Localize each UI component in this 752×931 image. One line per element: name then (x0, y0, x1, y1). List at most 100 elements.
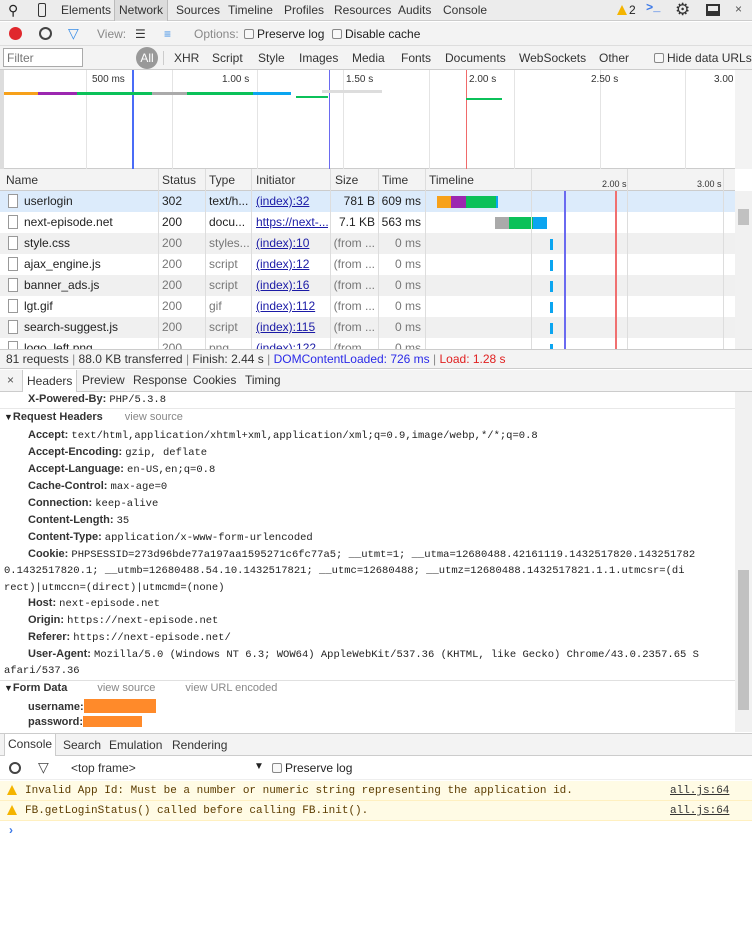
column-size[interactable]: Size (335, 173, 358, 187)
load-time: Load: 1.28 s (439, 352, 506, 366)
request-size: (from ... (333, 236, 375, 250)
column-name[interactable]: Name (6, 173, 38, 187)
filter-type-fonts[interactable]: Fonts (401, 51, 431, 65)
hide-data-urls-checkbox[interactable]: Hide data URLs (654, 51, 752, 65)
filter-type-xhr[interactable]: XHR (174, 51, 199, 65)
request-row[interactable]: search-suggest.js 200 script (index):115 (fr… (0, 317, 735, 338)
column-timeline[interactable]: Timeline (429, 173, 474, 187)
disable-cache-checkbox[interactable]: Disable cache (332, 27, 420, 41)
headers-scrollbar[interactable] (735, 392, 752, 732)
column-time[interactable]: Time (382, 173, 408, 187)
drawer-tab-rendering[interactable]: Rendering (172, 738, 227, 752)
request-initiator[interactable]: (index):32 (256, 191, 328, 212)
waterfall-icon[interactable]: ≡ (164, 27, 171, 41)
clear-icon[interactable] (39, 27, 52, 40)
drawer-tab-console[interactable]: Console (4, 734, 57, 756)
network-overview[interactable]: 500 ms 1.00 s 1.50 s 2.00 s 2.50 s 3.00 … (0, 70, 752, 169)
request-status: 200 (162, 299, 183, 313)
filter-type-websockets[interactable]: WebSockets (519, 51, 586, 65)
device-mode-icon[interactable] (38, 3, 46, 17)
filter-type-other[interactable]: Other (599, 51, 629, 65)
view-source-link[interactable]: view source (97, 682, 155, 694)
console-prompt-input[interactable]: › (0, 821, 752, 931)
tab-sources[interactable]: Sources (172, 0, 224, 21)
frame-select[interactable]: <top frame> (71, 761, 136, 775)
overview-left-handle[interactable] (0, 70, 4, 169)
request-initiator[interactable]: (index):112 (256, 296, 328, 317)
tab-timeline[interactable]: Timeline (224, 0, 277, 21)
filter-type-media[interactable]: Media (352, 51, 385, 65)
source-link[interactable]: all.js:64 (670, 781, 729, 801)
filter-type-documents[interactable]: Documents (445, 51, 506, 65)
close-icon[interactable]: × (735, 2, 742, 16)
column-status[interactable]: Status (162, 173, 196, 187)
table-scrollbar[interactable] (735, 191, 752, 349)
tab-cookies[interactable]: Cookies (193, 373, 236, 387)
preserve-log-checkbox[interactable]: Preserve log (244, 27, 324, 41)
column-initiator[interactable]: Initiator (256, 173, 295, 187)
redacted-value (83, 699, 156, 713)
filter-icon[interactable]: ▽ (38, 759, 49, 776)
console-preserve-log-checkbox[interactable]: Preserve log (272, 761, 352, 775)
gear-icon[interactable]: ⚙ (675, 0, 690, 20)
tab-preview[interactable]: Preview (82, 373, 125, 387)
dock-icon[interactable] (706, 4, 720, 16)
tab-headers[interactable]: Headers (22, 370, 78, 392)
column-type[interactable]: Type (209, 173, 235, 187)
request-row[interactable]: style.css 200 styles... (index):10 (from ...… (0, 233, 735, 254)
request-row[interactable]: lgt.gif 200 gif (index):112 (from ... 0 ms (0, 296, 735, 317)
tab-resources[interactable]: Resources (330, 0, 395, 21)
request-initiator[interactable]: (index):16 (256, 275, 328, 296)
view-source-link[interactable]: view source (125, 411, 183, 423)
form-data-section[interactable]: ▼Form Data view source view URL encoded (4, 682, 739, 694)
drawer-tab-emulation[interactable]: Emulation (109, 738, 162, 752)
warning-count[interactable]: 2 (629, 3, 636, 17)
chevron-down-icon[interactable]: ▼ (254, 761, 264, 772)
warning-icon[interactable] (617, 5, 627, 15)
request-initiator[interactable]: (index):12 (256, 254, 328, 275)
request-row[interactable]: next-episode.net 200 docu... https://next-.… (0, 212, 735, 233)
tab-network[interactable]: Network (114, 0, 169, 21)
request-initiator[interactable]: (index):115 (256, 317, 328, 338)
finish-time: Finish: 2.44 s (192, 352, 264, 366)
devtools-tab-bar: ⚲ Elements Network Sources Timeline Prof… (0, 0, 752, 21)
request-headers-section[interactable]: ▼Request Headers view source (4, 411, 739, 423)
large-rows-icon[interactable]: ☰ (135, 27, 146, 41)
request-initiator[interactable]: (index):10 (256, 233, 328, 254)
headers-panel: X-Powered-By: PHP/5.3.8 ▼Request Headers… (0, 392, 735, 732)
timeline-bar (550, 239, 553, 250)
tab-response[interactable]: Response (133, 373, 187, 387)
tab-timing[interactable]: Timing (245, 373, 281, 387)
drawer-tab-search[interactable]: Search (63, 738, 101, 752)
console-drawer-icon[interactable]: >_ (646, 1, 660, 15)
request-row[interactable]: logo_left.png 200 png (index):122 (from ... 0… (0, 338, 735, 349)
search-icon[interactable]: ⚲ (8, 2, 18, 19)
tab-audits[interactable]: Audits (394, 0, 435, 21)
filter-type-style[interactable]: Style (258, 51, 285, 65)
tab-profiles[interactable]: Profiles (280, 0, 328, 21)
source-link[interactable]: all.js:64 (670, 801, 729, 821)
request-initiator[interactable]: https://next-... (256, 212, 328, 233)
close-detail-icon[interactable]: × (7, 373, 14, 387)
request-row[interactable]: ajax_engine.js 200 script (index):12 (from .… (0, 254, 735, 275)
request-row[interactable]: userlogin 302 text/h... (index):32 781 B 609 … (0, 191, 735, 212)
record-icon[interactable] (9, 27, 22, 40)
request-row[interactable]: banner_ads.js 200 script (index):16 (from ..… (0, 275, 735, 296)
clear-console-icon[interactable] (9, 762, 21, 774)
request-name: ajax_engine.js (24, 257, 101, 271)
overview-scroll-handle[interactable] (735, 70, 752, 169)
disable-cache-label: Disable cache (345, 27, 421, 41)
request-type: styles... (209, 236, 249, 250)
filter-input[interactable] (3, 48, 83, 67)
file-icon (8, 341, 18, 349)
view-url-encoded-link[interactable]: view URL encoded (185, 682, 277, 694)
request-status: 200 (162, 320, 183, 334)
tab-console[interactable]: Console (439, 0, 491, 21)
filter-type-all[interactable]: All (136, 47, 158, 69)
request-initiator[interactable]: (index):122 (256, 338, 328, 349)
tab-elements[interactable]: Elements (57, 0, 115, 21)
filter-icon[interactable]: ▽ (68, 25, 79, 42)
filter-type-script[interactable]: Script (212, 51, 243, 65)
filter-type-images[interactable]: Images (299, 51, 338, 65)
drawer-tabs: Console Search Emulation Rendering (0, 733, 752, 756)
